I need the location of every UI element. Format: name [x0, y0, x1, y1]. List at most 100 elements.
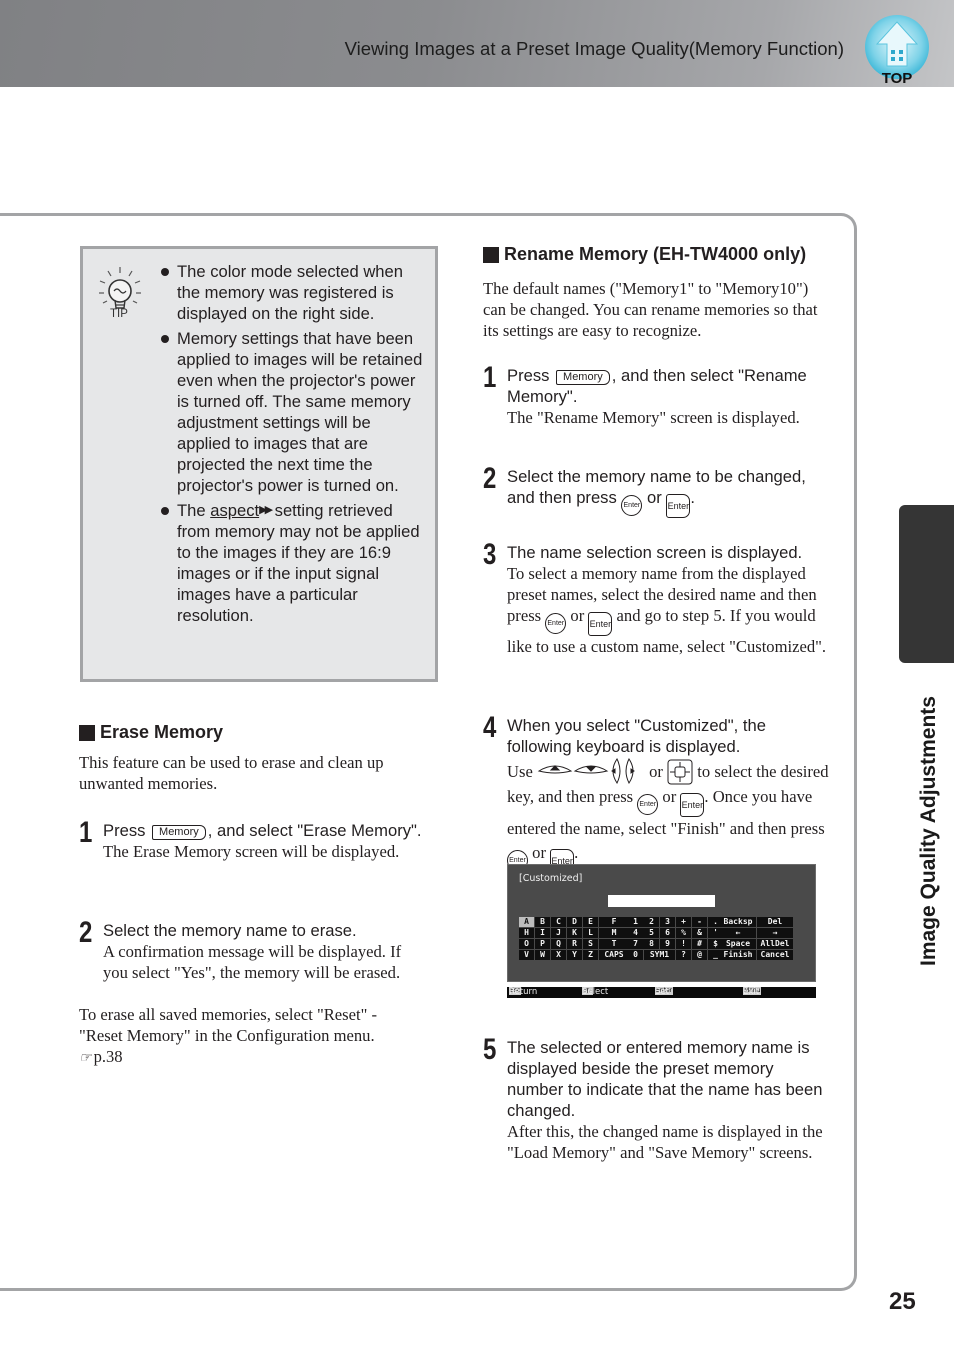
keyboard-key[interactable]: K — [567, 928, 582, 938]
keyboard-key[interactable]: % — [676, 928, 691, 938]
keyboard-key[interactable]: X — [551, 950, 566, 960]
keyboard-key[interactable]: Z — [583, 950, 598, 960]
keyboard-key[interactable]: B — [535, 917, 550, 927]
keyboard-key[interactable]: # — [692, 939, 707, 949]
keyboard-key[interactable]: 0 — [628, 950, 643, 960]
keyboard-key[interactable]: Cancel — [757, 950, 793, 960]
keyboard-key[interactable]: 9 — [660, 939, 675, 949]
keyboard-key[interactable]: - — [692, 917, 707, 927]
keyboard-key[interactable]: ! — [676, 939, 691, 949]
keyboard-key[interactable]: T — [599, 939, 629, 949]
keyboard-key[interactable]: H — [519, 928, 534, 938]
chapter-tab-label: Image Quality Adjustments — [917, 696, 940, 966]
heading-square-icon — [79, 724, 95, 741]
name-input-field[interactable] — [608, 895, 715, 907]
bullet-icon — [161, 335, 169, 343]
keyboard-key[interactable]: F — [599, 917, 629, 927]
step-number: 3 — [483, 538, 497, 571]
tip-label: TIP — [110, 308, 128, 320]
keyboard-key[interactable]: & — [692, 928, 707, 938]
keyboard-key[interactable]: A — [519, 917, 534, 927]
header-bar: Viewing Images at a Preset Image Quality… — [0, 0, 954, 87]
tip-list: The color mode selected when the memory … — [161, 261, 426, 630]
keyboard-key[interactable]: ← — [720, 928, 756, 938]
chapter-tab[interactable] — [899, 505, 954, 663]
keyboard-key[interactable]: J — [551, 928, 566, 938]
enter-button-round-icon: Enter — [545, 613, 567, 634]
keyboard-key[interactable]: 3 — [660, 917, 675, 927]
keyboard-key[interactable]: 6 — [660, 928, 675, 938]
keyboard-key[interactable]: Backsp — [720, 917, 756, 927]
top-button[interactable]: TOP — [862, 14, 932, 87]
keyboard-key[interactable]: D — [567, 917, 582, 927]
page-reference-link[interactable]: p.38 — [94, 1047, 123, 1066]
memory-key-icon: Memory — [152, 825, 206, 840]
home-arrow-icon: TOP — [865, 15, 929, 87]
tip-item: The color mode selected when the memory … — [161, 261, 426, 324]
erase-intro: This feature can be used to erase and cl… — [79, 753, 384, 793]
keyboard-key[interactable]: 7 — [628, 939, 643, 949]
keyboard-key[interactable]: 4 — [628, 928, 643, 938]
keyboard-key[interactable]: E — [583, 917, 598, 927]
keyboard-key[interactable]: Y — [567, 950, 582, 960]
keyboard-key[interactable]: 2 — [644, 917, 659, 927]
bullet-icon — [161, 268, 169, 276]
keyboard-key[interactable]: O — [519, 939, 534, 949]
keyboard-key[interactable]: → — [757, 928, 793, 938]
keyboard-key[interactable]: SYM1 — [644, 950, 675, 960]
keyboard-key[interactable]: S — [583, 939, 598, 949]
keyboard-key[interactable]: 1 — [628, 917, 643, 927]
tip-item: The aspect▶▶ setting retrieved from memo… — [161, 500, 426, 626]
keyboard-key[interactable]: AllDel — [757, 939, 793, 949]
tip-item: Memory settings that have been applied t… — [161, 328, 426, 496]
keyboard-key[interactable]: Del — [757, 917, 793, 927]
letter-keys-grid: ABCDEFGHIJKLMNOPQRSTUVWXYZCAPS — [519, 917, 645, 960]
keyboard-key[interactable]: V — [519, 950, 534, 960]
enter-button-round-icon: Enter — [621, 495, 643, 516]
erase-memory-heading: Erase Memory — [79, 722, 223, 743]
aspect-link[interactable]: aspect — [210, 501, 259, 520]
keyboard-key[interactable]: M — [599, 928, 629, 938]
step-note: The Erase Memory screen will be displaye… — [103, 842, 400, 861]
directional-pad-icon — [667, 759, 693, 785]
osd-footer-bar: Esc Return ◁▷ Select Enter Set Menu Exit — [507, 987, 816, 998]
keyboard-key[interactable]: Space — [720, 939, 756, 949]
step-note: To select a memory name from the display… — [507, 564, 827, 656]
step-number: 1 — [483, 361, 497, 394]
customized-keyboard-screen: [Customized] ABCDEFGHIJKLMNOPQRSTUVWXYZC… — [507, 864, 816, 982]
pointing-hand-icon: ☞ — [79, 1051, 92, 1066]
enter-button-square-icon: Enter — [588, 612, 613, 636]
top-label: TOP — [882, 70, 913, 86]
step-note: After this, the changed name is displaye… — [507, 1122, 823, 1162]
keyboard-key[interactable]: ? — [676, 950, 691, 960]
glossary-arrow-icon: ▶▶ — [259, 504, 273, 516]
keyboard-key[interactable]: CAPS — [599, 950, 629, 960]
keyboard-key[interactable]: R — [567, 939, 582, 949]
step-number: 5 — [483, 1033, 497, 1066]
enter-button-square-icon: Enter — [666, 494, 691, 518]
keyboard-key[interactable]: @ — [692, 950, 707, 960]
keyboard-key[interactable]: L — [583, 928, 598, 938]
heading-square-icon — [483, 246, 499, 263]
keyboard-key[interactable]: 8 — [644, 939, 659, 949]
keyboard-key[interactable]: + — [676, 917, 691, 927]
keyboard-key[interactable]: C — [551, 917, 566, 927]
step-note: A confirmation message will be displayed… — [103, 942, 402, 982]
step-note: The "Rename Memory" screen is displayed. — [507, 408, 800, 427]
keyboard-key[interactable]: P — [535, 939, 550, 949]
keyboard-key[interactable]: Q — [551, 939, 566, 949]
keyboard-key[interactable]: W — [535, 950, 550, 960]
symbol-keys-grid: 1 2 3 + -. 4 5 6% & ' 7 8 9! # $0 SYM1? @ _ — [628, 917, 723, 960]
keyboard-key[interactable]: 5 — [644, 928, 659, 938]
step-number: 2 — [483, 462, 497, 495]
tip-box: TIP The color mode selected when the mem… — [80, 246, 438, 682]
erase-all-note: To erase all saved memories, select "Res… — [79, 1004, 419, 1069]
step-number: 1 — [79, 816, 93, 849]
memory-key-icon: Memory — [556, 370, 610, 385]
keyboard-key[interactable]: Finish — [720, 950, 756, 960]
bullet-icon — [161, 507, 169, 515]
keyboard-key[interactable]: I — [535, 928, 550, 938]
step-number: 2 — [79, 916, 93, 949]
arrow-buttons-icon — [537, 758, 635, 784]
page-number: 25 — [889, 1288, 916, 1315]
